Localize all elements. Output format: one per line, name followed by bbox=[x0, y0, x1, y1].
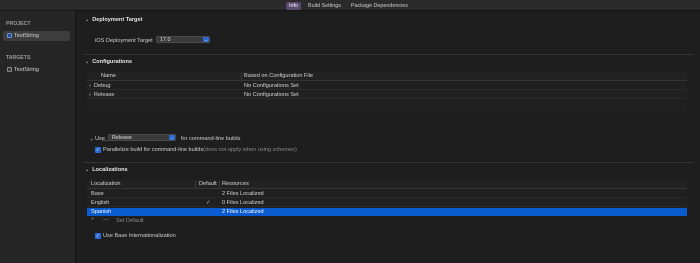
config-based-on[interactable]: No Configurations Set bbox=[244, 82, 299, 90]
parallelize-checkbox[interactable]: ✓ bbox=[95, 147, 101, 153]
resources-count: 2 Files Localized bbox=[222, 191, 264, 197]
sidebar-item-label: TestString bbox=[14, 67, 39, 73]
column-header-resources[interactable]: Resources bbox=[222, 180, 249, 189]
default-checkmark-icon: ✓ bbox=[206, 200, 211, 206]
column-header-based-on[interactable]: Based on Configuration File bbox=[244, 72, 313, 81]
project-info-editor: ⌄ Deployment Target iOS Deployment Target… bbox=[77, 11, 700, 263]
use-suffix-label: for command-line builds bbox=[181, 136, 241, 142]
configurations-table: Name Based on Configuration File › Debug… bbox=[87, 72, 687, 112]
project-navigator-sidebar: PROJECT TestString TARGETS TestString bbox=[0, 11, 76, 263]
popup-value: Release bbox=[112, 135, 132, 141]
base-internationalization-label: Use Base Internationalization bbox=[103, 233, 176, 239]
chevron-right-icon[interactable]: › bbox=[89, 91, 91, 99]
config-based-on[interactable]: No Configurations Set bbox=[244, 91, 299, 99]
popup-value: 17.0 bbox=[160, 37, 171, 43]
targets-section-header: TARGETS bbox=[6, 55, 31, 61]
localization-name: Base bbox=[91, 191, 104, 197]
table-row[interactable]: English ✓ 0 Files Localized bbox=[87, 199, 687, 207]
base-internationalization-checkbox[interactable]: ✓ bbox=[95, 233, 101, 239]
section-divider bbox=[83, 162, 694, 163]
chevron-down-icon[interactable]: ⌄ bbox=[85, 59, 89, 65]
parallelize-label: Parallelize build for command-line build… bbox=[103, 147, 204, 153]
table-header: Name Based on Configuration File bbox=[87, 72, 687, 81]
localization-name: English bbox=[91, 200, 110, 206]
ios-deployment-target-popup[interactable]: 17.0 ⌄ bbox=[156, 36, 210, 43]
project-section-header: PROJECT bbox=[6, 21, 31, 27]
parallelize-note: (does not apply when using schemes) bbox=[203, 147, 297, 153]
table-row[interactable]: › Release No Configurations Set bbox=[87, 91, 687, 99]
deployment-target-section[interactable]: ⌄ Deployment Target bbox=[85, 17, 142, 23]
column-divider bbox=[219, 180, 220, 189]
column-header-default[interactable]: Default bbox=[199, 180, 217, 189]
use-label: Use bbox=[95, 136, 105, 142]
chevron-down-icon: ⌄ bbox=[169, 135, 175, 140]
app-target-icon bbox=[7, 66, 12, 72]
table-row[interactable]: Base 2 Files Localized bbox=[87, 190, 687, 198]
chevron-down-icon[interactable]: ⌄ bbox=[85, 17, 89, 23]
sidebar-item-target[interactable]: TestString bbox=[3, 65, 70, 75]
remove-localization-button[interactable]: — bbox=[103, 217, 109, 223]
column-header-name[interactable]: Name bbox=[101, 72, 116, 81]
tab-info[interactable]: Info bbox=[286, 1, 301, 10]
table-header: Localization Default Resources bbox=[87, 180, 687, 189]
command-line-config-popup[interactable]: Release ⌄ bbox=[108, 134, 176, 141]
table-row[interactable]: › Debug No Configurations Set bbox=[87, 82, 687, 90]
ios-deployment-target-label: iOS Deployment Target bbox=[95, 38, 153, 44]
chevron-down-icon: ⌄ bbox=[203, 37, 209, 42]
configurations-section[interactable]: ⌄ Configurations bbox=[85, 59, 132, 65]
editor-tab-bar: Info Build Settings Package Dependencies bbox=[0, 0, 700, 11]
chevron-down-icon[interactable]: ⌄ bbox=[85, 167, 89, 173]
sidebar-item-project[interactable]: TestString bbox=[3, 31, 70, 41]
section-divider bbox=[83, 54, 694, 55]
localization-name: Spanish bbox=[91, 209, 112, 215]
set-default-button[interactable]: Set Default bbox=[116, 218, 144, 224]
section-title: Configurations bbox=[92, 59, 132, 65]
section-title: Deployment Target bbox=[92, 17, 143, 23]
config-name: Debug bbox=[94, 83, 111, 89]
column-divider bbox=[195, 180, 196, 189]
add-localization-button[interactable]: + bbox=[91, 217, 95, 223]
chevron-right-icon[interactable]: › bbox=[89, 82, 91, 90]
column-divider bbox=[241, 72, 242, 81]
add-configuration-button[interactable]: + bbox=[90, 138, 94, 144]
localizations-table: Localization Default Resources Base 2 Fi… bbox=[87, 180, 687, 218]
tab-build-settings[interactable]: Build Settings bbox=[305, 2, 344, 10]
column-header-localization[interactable]: Localization bbox=[91, 180, 121, 189]
resources-count: 2 Files Localized bbox=[222, 209, 264, 215]
section-title: Localizations bbox=[92, 167, 128, 173]
config-name: Release bbox=[94, 92, 115, 98]
table-row-selected[interactable]: Spanish 2 Files Localized bbox=[87, 208, 687, 216]
project-icon bbox=[7, 32, 12, 38]
localizations-section[interactable]: ⌄ Localizations bbox=[85, 167, 128, 173]
sidebar-item-label: TestString bbox=[14, 33, 39, 39]
resources-count: 0 Files Localized bbox=[222, 200, 264, 206]
tab-package-dependencies[interactable]: Package Dependencies bbox=[348, 2, 411, 10]
